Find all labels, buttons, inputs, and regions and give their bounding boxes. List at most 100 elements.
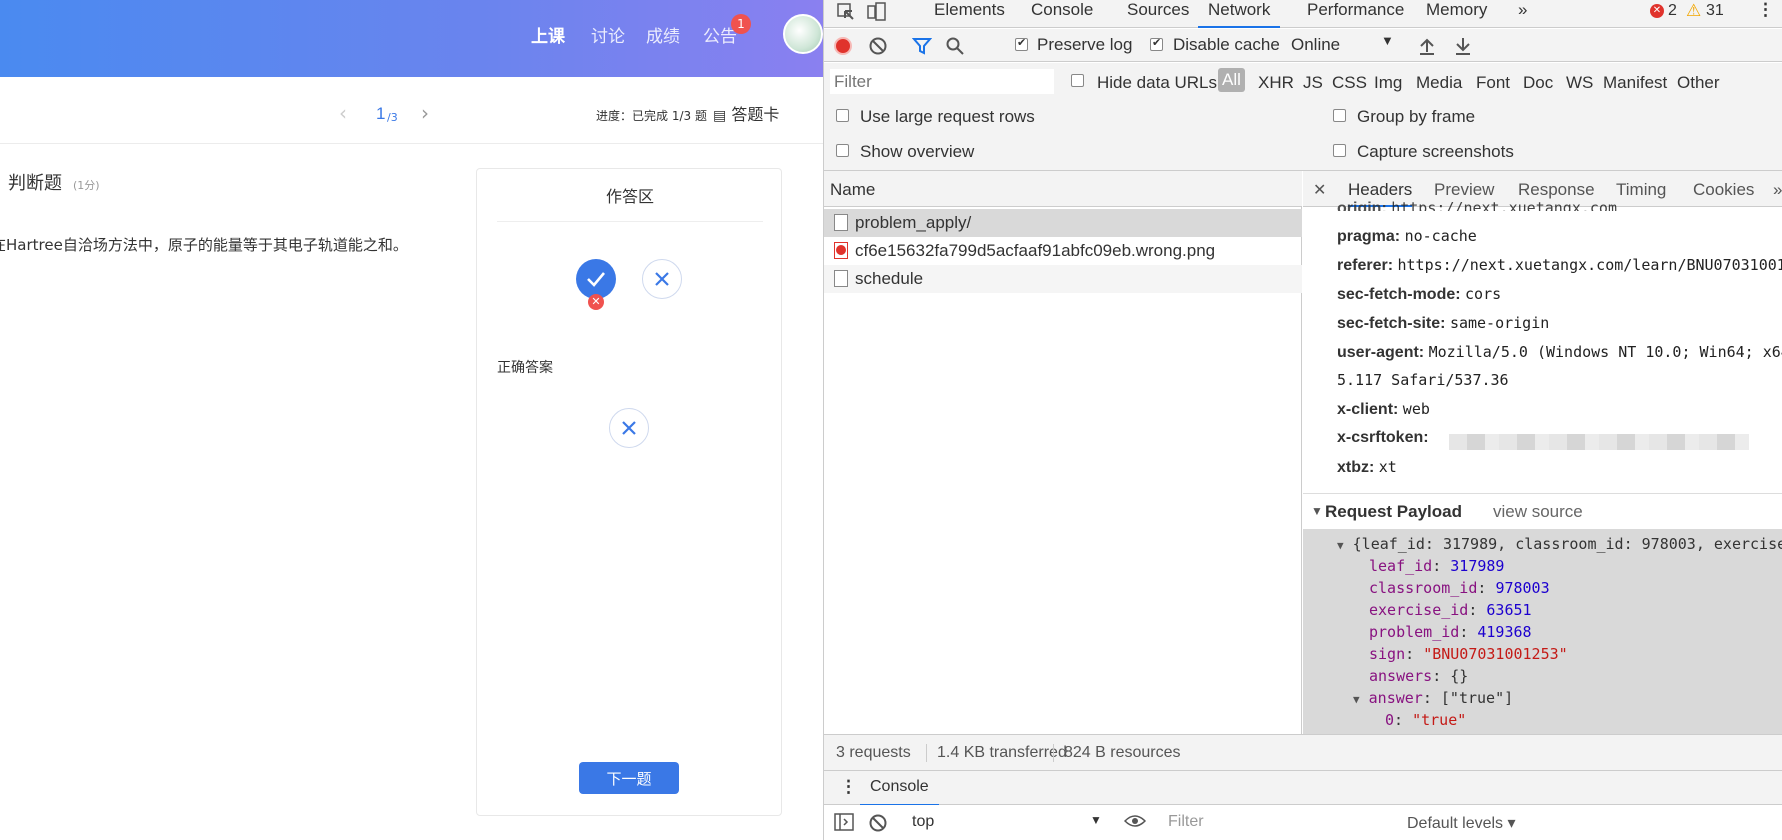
chevron-down-icon[interactable]: ▼ <box>1090 813 1102 827</box>
clear-console-icon[interactable] <box>868 813 888 833</box>
device-toolbar-icon[interactable] <box>866 2 888 22</box>
next-question-button[interactable]: 下一题 <box>579 762 679 794</box>
preserve-log-checkbox[interactable] <box>1015 36 1028 51</box>
record-icon[interactable] <box>834 37 852 55</box>
warning-count[interactable]: 31 <box>1706 2 1724 20</box>
show-overview-checkbox[interactable] <box>836 144 849 157</box>
header-row: sec-fetch-site: same-origin <box>1337 314 1550 332</box>
filter-type-other[interactable]: Other <box>1677 73 1720 93</box>
nav-discussion[interactable]: 讨论 <box>591 22 625 47</box>
sidebar-toggle-icon[interactable] <box>834 813 854 831</box>
payload-summary[interactable]: ▼ {leaf_id: 317989, classroom_id: 978003… <box>1337 535 1782 553</box>
name-column-header[interactable]: Name <box>824 171 1302 207</box>
filter-type-ws[interactable]: WS <box>1566 73 1593 93</box>
console-filter-input[interactable]: Filter <box>1164 810 1324 835</box>
request-row[interactable]: cf6e15632fa799d5acfaaf91abfc09eb.wrong.p… <box>824 237 1302 265</box>
tab-timing[interactable]: Timing <box>1616 180 1666 200</box>
hide-data-urls-checkbox[interactable] <box>1071 74 1084 87</box>
filter-type-xhr[interactable]: XHR <box>1258 73 1294 93</box>
header-row: xtbz: xt <box>1337 458 1397 476</box>
request-name: cf6e15632fa799d5acfaaf91abfc09eb.wrong.p… <box>855 241 1216 260</box>
drawer-tab-console[interactable]: Console <box>860 778 939 806</box>
notification-badge: 1 <box>731 14 751 34</box>
filter-type-js[interactable]: JS <box>1303 73 1323 93</box>
tab-preview[interactable]: Preview <box>1434 180 1494 200</box>
eye-icon[interactable] <box>1124 813 1146 829</box>
tab-response[interactable]: Response <box>1518 180 1595 200</box>
filter-input[interactable] <box>830 69 1054 94</box>
expand-triangle-icon: ▼ <box>1311 504 1323 518</box>
close-icon[interactable]: ✕ <box>1313 180 1326 200</box>
tab-console[interactable]: Console <box>1031 0 1093 20</box>
tab-network[interactable]: Network <box>1198 0 1281 28</box>
request-name: schedule <box>855 269 924 288</box>
tab-elements[interactable]: Elements <box>934 0 1005 20</box>
more-tabs-icon[interactable]: » <box>1518 0 1527 20</box>
disable-cache-checkbox[interactable] <box>1150 36 1163 51</box>
filter-type-img[interactable]: Img <box>1374 73 1402 93</box>
inspect-element-icon[interactable] <box>836 2 856 22</box>
request-row[interactable]: schedule <box>824 265 1302 293</box>
filter-bar: Hide data URLs All XHR JS CSS Img Media … <box>824 63 1782 101</box>
payload-field: problem_id: 419368 <box>1369 623 1532 641</box>
context-select[interactable]: top <box>912 813 934 831</box>
answer-area-title: 作答区 <box>605 187 654 206</box>
request-row[interactable]: problem_apply/ <box>824 209 1302 237</box>
tab-performance[interactable]: Performance <box>1307 0 1404 20</box>
header-row: x-csrftoken: <box>1337 429 1429 446</box>
import-har-icon[interactable] <box>1418 36 1436 56</box>
header-row: sec-fetch-mode: cors <box>1337 285 1502 303</box>
capture-screenshots-checkbox[interactable] <box>1333 144 1346 157</box>
question-score: (1分) <box>73 179 100 192</box>
throttling-select[interactable]: Online <box>1291 35 1340 55</box>
tab-sources[interactable]: Sources <box>1127 0 1189 20</box>
drawer-menu-icon[interactable]: ⋮ <box>840 777 857 797</box>
error-count[interactable]: 2 <box>1668 2 1677 20</box>
tab-cookies[interactable]: Cookies <box>1693 180 1754 200</box>
header-row: x-client: web <box>1337 400 1430 418</box>
nav-grades[interactable]: 成绩 <box>646 22 680 47</box>
more-tabs-icon[interactable]: » <box>1773 180 1782 200</box>
payload-field: answers: {} <box>1369 667 1469 685</box>
question-type: 判断题 <box>8 173 62 194</box>
kebab-menu-icon[interactable]: ⋮ <box>1757 0 1774 20</box>
correct-answer-icon <box>609 408 649 448</box>
filter-type-doc[interactable]: Doc <box>1523 73 1553 93</box>
log-levels-select[interactable]: Default levels ▾ <box>1407 813 1516 833</box>
true-option-button[interactable] <box>576 259 616 299</box>
preserve-log-label: Preserve log <box>1037 35 1133 54</box>
filter-type-media[interactable]: Media <box>1416 73 1462 93</box>
drawer-tabbar: ⋮ Console <box>824 770 1782 806</box>
filter-type-font[interactable]: Font <box>1476 73 1510 93</box>
tab-memory[interactable]: Memory <box>1426 0 1487 20</box>
chevron-down-icon[interactable]: ▼ <box>1381 33 1394 48</box>
filter-icon[interactable] <box>912 36 932 56</box>
header-row: user-agent: Mozilla/5.0 (Windows NT 10.0… <box>1337 343 1782 361</box>
payload-answer[interactable]: ▼ answer: ["true"] <box>1353 689 1513 707</box>
search-icon[interactable] <box>945 36 965 56</box>
filter-type-all[interactable]: All <box>1218 68 1245 92</box>
course-page: 上课 讨论 成绩 公告 1 ‹ 1 /3 › 进度：已完成 1/3 题 ▤ 答题… <box>0 0 823 840</box>
wrong-mark-icon: ✕ <box>588 294 604 310</box>
request-count: 3 requests <box>836 744 911 761</box>
answer-sheet-button[interactable]: ▤ 答题卡 <box>713 101 779 125</box>
export-har-icon[interactable] <box>1454 36 1472 56</box>
next-question-icon[interactable]: › <box>421 101 429 125</box>
avatar[interactable] <box>783 14 823 54</box>
filter-type-css[interactable]: CSS <box>1332 73 1367 93</box>
clear-icon[interactable] <box>868 36 888 56</box>
header-row: referer: https://next.xuetangx.com/learn… <box>1337 256 1782 274</box>
group-by-frame-checkbox[interactable] <box>1333 109 1346 122</box>
error-icon: ✕ <box>1650 4 1664 18</box>
request-payload-header[interactable]: ▼ Request Payload view source <box>1303 493 1782 529</box>
false-option-button[interactable] <box>642 259 682 299</box>
filter-type-manifest[interactable]: Manifest <box>1603 73 1667 93</box>
payload-field: exercise_id: 63651 <box>1369 601 1532 619</box>
view-source-link[interactable]: view source <box>1493 502 1583 522</box>
prev-question-icon[interactable]: ‹ <box>339 101 347 125</box>
large-rows-checkbox[interactable] <box>836 109 849 122</box>
nav-class[interactable]: 上课 <box>531 22 565 47</box>
progress-text: 进度：已完成 1/3 题 <box>596 109 707 123</box>
payload-answer-item: 0: "true" <box>1385 711 1467 729</box>
question-pager: ‹ 1 /3 › 进度：已完成 1/3 题 ▤ 答题卡 <box>0 77 823 144</box>
